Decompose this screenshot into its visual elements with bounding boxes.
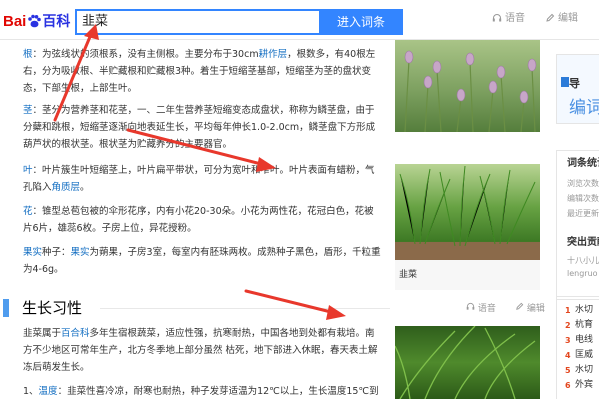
article-content: 根：为弦线状的须根系，没有主侧根。主要分布于30cm耕作层，根数多，有40根左右… (0, 40, 390, 399)
term-flower[interactable]: 花 (23, 206, 33, 217)
paragraph-habit: 韭菜属于百合科多年生宿根蔬菜，适应性强，抗寒耐热，中国各地到处都有栽培。南方不少… (23, 325, 383, 376)
contributor-link[interactable]: 十八小儿 (567, 255, 599, 266)
rank-item[interactable]: 水切 (575, 364, 593, 377)
rank-number: 1 (565, 306, 571, 315)
rank-number: 2 (565, 321, 571, 330)
stats-line: 浏览次数 (567, 179, 599, 188)
chive-leaves-illustration (395, 326, 536, 399)
contributor-link[interactable]: lengruo (567, 268, 598, 279)
stats-line: 最近更新 (567, 209, 599, 218)
stats-line: 编辑次数 (567, 194, 599, 203)
section-divider (100, 308, 390, 309)
voice-label: 语音 (505, 13, 525, 24)
fruit-mid: 种子： (42, 247, 71, 258)
logo-baike: 百科 (42, 13, 71, 29)
pencil-icon (516, 302, 524, 310)
sidebar-promo-card[interactable]: 导 编词 (556, 54, 599, 124)
edit-label: 编辑 (558, 13, 578, 24)
stem-text: ：茎分为营养茎和花茎，一、二年生营养茎短缩变态成盘状，称称为鳞茎盘，由于分蘖和跳… (23, 105, 376, 150)
rank-item[interactable]: 水切 (575, 304, 593, 317)
promo-subtitle: 编词 (569, 98, 599, 118)
chive-leaves-image[interactable] (395, 326, 540, 399)
habit-text-1: 韭菜属于 (23, 328, 62, 339)
highlight-title: 突出贡献 (567, 237, 599, 248)
pencil-icon (546, 13, 555, 22)
flower-text: ：锥型总苞包被的伞形花序，内有小花20-30朵。小花为两性花，花冠白色，花被片6… (23, 206, 374, 234)
chive-flower-illustration (404, 50, 537, 132)
term-fruit-2[interactable]: 果实 (71, 247, 90, 258)
rank-number: 6 (565, 381, 571, 390)
section-marker (3, 299, 9, 317)
rank-number: 5 (565, 366, 571, 375)
top-bar: Bai 百科 韭菜 进入词条 语音 编辑 (0, 0, 599, 40)
promo-icon (561, 77, 569, 87)
link-tillage-layer[interactable]: 耕作层 (259, 49, 288, 60)
link-liliaceae[interactable]: 百合科 (61, 328, 90, 339)
chive-grass-illustration (395, 165, 540, 260)
logo-bai: Bai (3, 13, 27, 30)
promo-title: 导 (569, 77, 580, 90)
rank-item[interactable]: 外宾 (575, 379, 593, 392)
term-temperature[interactable]: 温度 (39, 386, 58, 397)
paragraph-stem: 茎：茎分为营养茎和花茎，一、二年生营养茎短缩变态成盘状，称称为鳞茎盘，由于分蘖和… (23, 102, 383, 153)
voice-button[interactable]: 语音 (492, 12, 525, 26)
term-fruit[interactable]: 果实 (23, 247, 42, 258)
rank-number: 3 (565, 336, 571, 345)
section-edit-button[interactable]: 编辑 (515, 302, 545, 315)
edit-button[interactable]: 编辑 (545, 12, 578, 26)
headphone-icon (466, 302, 475, 310)
term-leaf[interactable]: 叶 (23, 165, 33, 176)
term-stem[interactable]: 茎 (23, 105, 33, 116)
stats-title: 词条统计 (567, 158, 599, 169)
headphone-icon (492, 14, 502, 22)
baidu-baike-logo[interactable]: Bai 百科 (3, 12, 70, 30)
rank-item[interactable]: 匡威 (575, 349, 593, 362)
temp-text: ：韭菜性喜冷凉，耐寒也耐热，种子发芽适温为12℃以上，生长温度15℃到 (57, 386, 379, 397)
paragraph-fruit: 果实种子：果实为蒴果，子房3室，每室内有胚珠两枚。成熟种子黑色，盾形，千粒重为4… (23, 244, 383, 278)
section-edit-label: 编辑 (526, 304, 545, 314)
section-voice-label: 语音 (477, 304, 496, 314)
leaf-text-2: 。 (80, 182, 90, 193)
section-voice-button[interactable]: 语音 (466, 302, 496, 315)
chive-flower-image[interactable] (395, 40, 540, 132)
term-root[interactable]: 根 (23, 49, 33, 60)
paragraph-root: 根：为弦线状的须根系，没有主侧根。主要分布于30cm耕作层，根数多，有40根左右… (23, 46, 383, 97)
section-title-growth-habit: 生长习性 (22, 299, 83, 317)
paw-icon (28, 14, 42, 28)
enter-entry-button[interactable]: 进入词条 (319, 9, 403, 35)
paragraph-leaf: 叶：叶片簇生叶短缩茎上，叶片扁平带状，可分为宽叶和窄叶。叶片表面有蜡粉，气孔陷入… (23, 162, 383, 196)
paragraph-temperature: 1、温度：韭菜性喜冷凉，耐寒也耐热，种子发芽适温为12℃以上，生长温度15℃到 (23, 383, 383, 399)
image-caption: 韭菜 (395, 260, 540, 290)
root-text-1: ：为弦线状的须根系，没有主侧根。主要分布于30cm (32, 49, 259, 60)
chive-field-image[interactable] (395, 164, 540, 260)
rank-item[interactable]: 电线 (575, 334, 593, 347)
rank-item[interactable]: 杭育 (575, 319, 593, 332)
paragraph-flower: 花：锥型总苞包被的伞形花序，内有小花20-30朵。小花为两性花，花冠白色，花被片… (23, 203, 383, 237)
search-input[interactable]: 韭菜 (75, 9, 319, 35)
link-cuticle[interactable]: 角质层 (52, 182, 81, 193)
temp-number: 1、 (23, 386, 39, 397)
rank-number: 4 (565, 351, 571, 360)
